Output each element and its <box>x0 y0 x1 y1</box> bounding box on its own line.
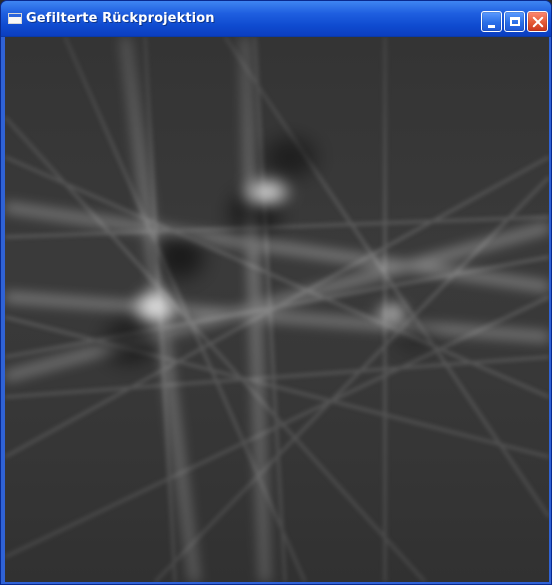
maximize-button[interactable] <box>504 11 525 32</box>
image-vignette <box>5 37 549 582</box>
close-button[interactable] <box>527 11 548 32</box>
maximize-icon <box>509 17 520 26</box>
minimize-icon <box>488 24 495 28</box>
close-icon <box>532 16 544 28</box>
window-title: Gefilterte Rückprojektion <box>26 11 215 26</box>
reconstruction-image <box>5 37 549 582</box>
app-window: Gefilterte Rückprojektion <box>0 0 552 585</box>
minimize-button[interactable] <box>481 11 502 32</box>
window-icon <box>8 13 22 24</box>
title-bar[interactable]: Gefilterte Rückprojektion <box>1 1 551 37</box>
reconstruction-canvas <box>5 37 549 582</box>
